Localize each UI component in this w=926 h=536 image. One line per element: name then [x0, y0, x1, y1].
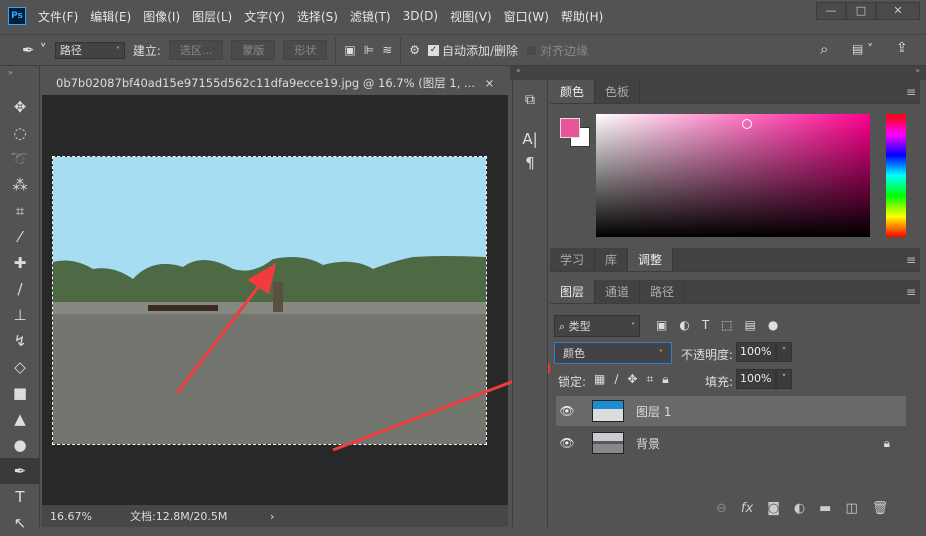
layers-footer: ⊖ fx ◙ ◐ ▬ ◫ 🗑︎: [716, 501, 888, 516]
history-panel-icon[interactable]: ⧉: [513, 80, 547, 108]
blend-mode-value: 颜色: [563, 347, 585, 360]
panel-icon-column: ⧉ A| ¶: [512, 80, 548, 527]
panel-menu-icon[interactable]: ≡: [906, 80, 916, 103]
tab-learn[interactable]: 学习: [550, 248, 596, 271]
fill-label: 填充:: [705, 375, 734, 389]
layer-name: 图层 1: [636, 404, 672, 419]
new-layer-icon[interactable]: ◫: [845, 501, 857, 516]
layer-filter-select[interactable]: ⌕ 类型 ˅: [554, 315, 640, 337]
status-bar: 16.67% 文档:12.8M/20.5M ›: [42, 505, 508, 527]
add-mask-icon[interactable]: ◙: [767, 501, 780, 516]
type-filter-icon[interactable]: T: [702, 318, 709, 332]
lock-position-icon[interactable]: ✥: [627, 372, 637, 387]
color-panel: 颜色 色板 ≡: [550, 80, 920, 246]
tab-adjustments[interactable]: 调整: [628, 248, 674, 271]
layer-row[interactable]: 👁︎ 背景 🔒︎: [556, 428, 906, 458]
paragraph-panel-icon[interactable]: ¶: [513, 148, 547, 172]
lock-all-icon[interactable]: 🔒︎: [662, 372, 668, 387]
new-adjustment-layer-icon[interactable]: ◐: [794, 501, 805, 516]
arrow-to-blend-mode: [332, 371, 536, 452]
link-layers-icon[interactable]: ⊖: [716, 501, 727, 516]
fill-input[interactable]: 100%: [736, 369, 776, 389]
filter-value: ⌕ 类型: [559, 320, 591, 333]
lock-artboard-icon[interactable]: ⌗: [646, 372, 653, 387]
fx-icon[interactable]: fx: [741, 501, 753, 516]
panel-collapse-bar[interactable]: «»: [510, 66, 926, 80]
hue-slider[interactable]: [886, 114, 906, 237]
lock-label: 锁定:: [558, 375, 587, 389]
lock-pixels-brush-icon[interactable]: ∕: [614, 372, 618, 387]
visibility-eye-icon[interactable]: 👁︎: [556, 436, 578, 450]
layer-thumbnail: [592, 400, 624, 422]
panel-menu-icon[interactable]: ≡: [906, 280, 916, 303]
layer-filter-icons: ▣ ◐ T ⬚ ▤ ●: [656, 318, 778, 332]
lock-transparent-icon[interactable]: ▦: [594, 372, 605, 387]
adjustments-panel: 学习库调整 ≡: [550, 248, 920, 274]
layer-lock-icon: 🔒︎: [883, 435, 890, 450]
document-size: 文档:12.8M/20.5M: [130, 510, 228, 523]
opacity-dropdown[interactable]: ˅: [776, 342, 792, 362]
foreground-color-swatch[interactable]: [560, 118, 580, 138]
tab-channels[interactable]: 通道: [595, 280, 641, 303]
layer-thumbnail: [592, 432, 624, 454]
opacity-label: 不透明度:: [681, 348, 734, 362]
zoom-level[interactable]: 16.67%: [50, 510, 130, 523]
shape-filter-icon[interactable]: ⬚: [721, 318, 732, 332]
character-panel-icon[interactable]: A|: [513, 108, 547, 148]
color-picker-field[interactable]: [596, 114, 870, 237]
tab-layers[interactable]: 图层: [550, 280, 596, 303]
tab-libraries[interactable]: 库: [595, 248, 629, 271]
lock-icons: ▦ ∕ ✥ ⌗ 🔒︎: [594, 372, 669, 387]
new-group-icon[interactable]: ▬: [819, 501, 831, 516]
filter-toggle-icon[interactable]: ●: [768, 318, 778, 332]
tab-color[interactable]: 颜色: [550, 80, 596, 103]
status-menu-chevron-icon[interactable]: ›: [270, 510, 274, 523]
arrow-to-image: [175, 281, 264, 394]
visibility-eye-icon[interactable]: 👁︎: [556, 404, 578, 418]
smart-object-filter-icon[interactable]: ▤: [745, 318, 756, 332]
pixel-filter-icon[interactable]: ▣: [656, 318, 667, 332]
tab-swatches[interactable]: 色板: [595, 80, 641, 103]
tab-paths[interactable]: 路径: [640, 280, 686, 303]
adjustment-filter-icon[interactable]: ◐: [679, 318, 689, 332]
trash-icon[interactable]: 🗑︎: [872, 501, 889, 516]
layer-name: 背景: [636, 436, 661, 451]
blend-mode-select[interactable]: 颜色 ˅: [554, 342, 672, 364]
fill-dropdown[interactable]: ˅: [776, 369, 792, 389]
opacity-input[interactable]: 100%: [736, 342, 776, 362]
layer-row[interactable]: 👁︎ 图层 1: [556, 396, 906, 426]
panel-menu-icon[interactable]: ≡: [906, 248, 916, 271]
